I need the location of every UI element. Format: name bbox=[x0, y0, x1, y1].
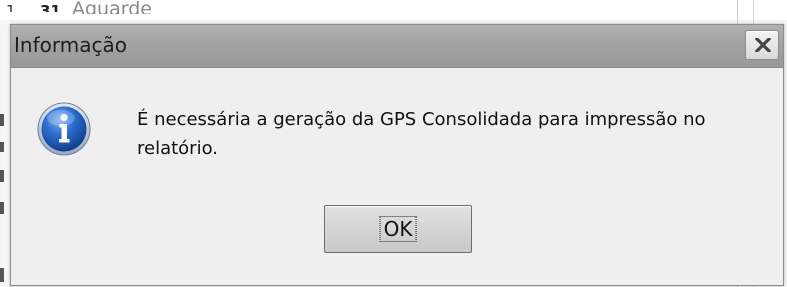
dialog-message: É necessária a geração da GPS Consolidad… bbox=[137, 109, 706, 159]
ok-button-label: OK bbox=[379, 216, 417, 242]
dialog-content: É necessária a geração da GPS Consolidad… bbox=[11, 68, 783, 285]
close-button[interactable] bbox=[745, 30, 779, 60]
background-row-status: Aguarde bbox=[72, 0, 152, 20]
background-left-mark bbox=[0, 114, 4, 126]
background-table-row: 1 31 Aguarde bbox=[0, 0, 787, 20]
close-icon bbox=[755, 38, 771, 52]
background-left-mark bbox=[0, 202, 4, 214]
information-dialog: Informação É necessária a geração da GPS… bbox=[10, 24, 784, 286]
background-row-index: 1 bbox=[6, 2, 16, 20]
background-row-column: 31 bbox=[40, 2, 61, 20]
background-left-mark bbox=[0, 142, 4, 152]
background-left-strip bbox=[0, 20, 10, 287]
ok-button[interactable]: OK bbox=[324, 205, 472, 253]
dialog-title: Informação bbox=[14, 33, 127, 57]
background-left-mark bbox=[0, 170, 4, 182]
dialog-titlebar[interactable]: Informação bbox=[11, 25, 783, 68]
background-left-mark bbox=[0, 268, 4, 282]
info-icon bbox=[37, 102, 91, 156]
